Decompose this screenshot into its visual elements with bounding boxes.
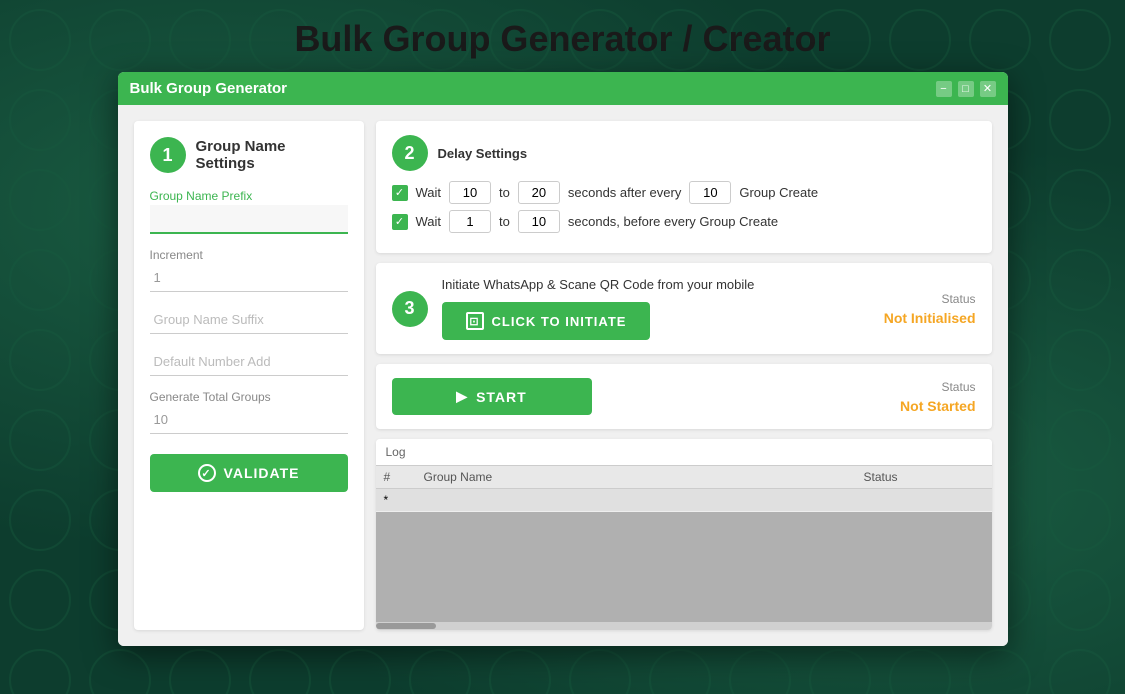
maximize-button[interactable]: □ xyxy=(958,81,974,97)
step2-circle: 2 xyxy=(392,135,428,171)
minimize-button[interactable]: − xyxy=(936,81,952,97)
log-row1-name xyxy=(424,493,864,507)
log-col-hash: # xyxy=(384,470,424,484)
start-button[interactable]: ▶ START xyxy=(392,378,592,415)
delay-checkbox-1[interactable]: ✓ xyxy=(392,185,408,201)
increment-label: Increment xyxy=(150,248,348,262)
delay-to-2[interactable] xyxy=(518,210,560,233)
wait-label-2: Wait xyxy=(416,214,442,229)
log-col-group-name: Group Name xyxy=(424,470,864,484)
window-body: 1 Group Name Settings Group Name Prefix … xyxy=(118,105,1008,646)
initiate-text: Initiate WhatsApp & Scane QR Code from y… xyxy=(442,277,802,292)
right-panel: 2 Delay Settings ✓ Wait to seconds after… xyxy=(376,121,992,630)
validate-label: VALIDATE xyxy=(224,465,300,481)
log-scrollbar-thumb xyxy=(376,623,436,629)
play-icon: ▶ xyxy=(456,388,468,405)
delay-every-1[interactable] xyxy=(689,181,731,204)
suffix-input[interactable] xyxy=(150,306,348,334)
step1-circle: 1 xyxy=(150,137,186,173)
log-body xyxy=(376,512,992,622)
to-label-2: to xyxy=(499,214,510,229)
step1-title: Group Name Settings xyxy=(196,138,348,172)
delay-from-1[interactable] xyxy=(449,181,491,204)
titlebar-title: Bulk Group Generator xyxy=(130,80,288,97)
group-create-label-1: Group Create xyxy=(739,185,818,200)
suffix-field xyxy=(150,306,348,334)
log-label: Log xyxy=(376,439,992,465)
log-col-status: Status xyxy=(864,470,984,484)
prefix-input[interactable] xyxy=(150,205,348,234)
start-status-value: Not Started xyxy=(900,398,975,414)
initiate-status-label: Status xyxy=(941,292,975,306)
default-number-input[interactable] xyxy=(150,348,348,376)
step1-header: 1 Group Name Settings xyxy=(150,137,348,173)
qr-icon: ⊡ xyxy=(466,312,484,330)
total-groups-input[interactable] xyxy=(150,406,348,434)
start-status-area: Status Not Started xyxy=(816,380,976,414)
step2-title: Delay Settings xyxy=(438,146,528,161)
app-window: Bulk Group Generator − □ ✕ 1 Group Name … xyxy=(118,72,1008,646)
page-title: Bulk Group Generator / Creator xyxy=(294,18,830,60)
prefix-field: Group Name Prefix xyxy=(150,189,348,234)
delay-to-1[interactable] xyxy=(518,181,560,204)
to-label-1: to xyxy=(499,185,510,200)
start-card: ▶ START Status Not Started xyxy=(376,364,992,429)
initiate-status-area: Status Not Initialised xyxy=(816,292,976,326)
start-label: START xyxy=(476,389,527,405)
initiate-btn-label: CLICK TO INITIATE xyxy=(492,314,627,329)
increment-input[interactable] xyxy=(150,264,348,292)
prefix-label: Group Name Prefix xyxy=(150,189,348,203)
titlebar: Bulk Group Generator − □ ✕ xyxy=(118,72,1008,105)
validate-button[interactable]: ✓ VALIDATE xyxy=(150,454,348,492)
step3-circle: 3 xyxy=(392,291,428,327)
increment-field: Increment xyxy=(150,248,348,292)
step2-header: 2 Delay Settings xyxy=(392,135,976,171)
log-card: Log # Group Name Status * xyxy=(376,439,992,630)
titlebar-controls: − □ ✕ xyxy=(936,81,996,97)
log-scrollbar[interactable] xyxy=(376,622,992,630)
checkmark-icon: ✓ xyxy=(198,464,216,482)
initiate-info: Initiate WhatsApp & Scane QR Code from y… xyxy=(442,277,802,340)
initiate-button[interactable]: ⊡ CLICK TO INITIATE xyxy=(442,302,651,340)
delay-row-1: ✓ Wait to seconds after every Group Crea… xyxy=(392,181,976,204)
start-status-label: Status xyxy=(941,380,975,394)
after-label-2: seconds, before every Group Create xyxy=(568,214,778,229)
total-groups-field: Generate Total Groups xyxy=(150,390,348,434)
default-number-field xyxy=(150,348,348,376)
log-table-header: # Group Name Status xyxy=(376,465,992,489)
after-label-1: seconds after every xyxy=(568,185,681,200)
log-row1-hash: * xyxy=(384,493,424,507)
delay-settings-card: 2 Delay Settings ✓ Wait to seconds after… xyxy=(376,121,992,253)
log-row-1: * xyxy=(376,489,992,512)
left-panel: 1 Group Name Settings Group Name Prefix … xyxy=(134,121,364,630)
close-button[interactable]: ✕ xyxy=(980,81,996,97)
delay-checkbox-2[interactable]: ✓ xyxy=(392,214,408,230)
wait-label-1: Wait xyxy=(416,185,442,200)
initiate-card: 3 Initiate WhatsApp & Scane QR Code from… xyxy=(376,263,992,354)
initiate-status-value: Not Initialised xyxy=(884,310,976,326)
total-groups-label: Generate Total Groups xyxy=(150,390,348,404)
delay-row-2: ✓ Wait to seconds, before every Group Cr… xyxy=(392,210,976,233)
log-row1-status xyxy=(864,493,984,507)
delay-from-2[interactable] xyxy=(449,210,491,233)
